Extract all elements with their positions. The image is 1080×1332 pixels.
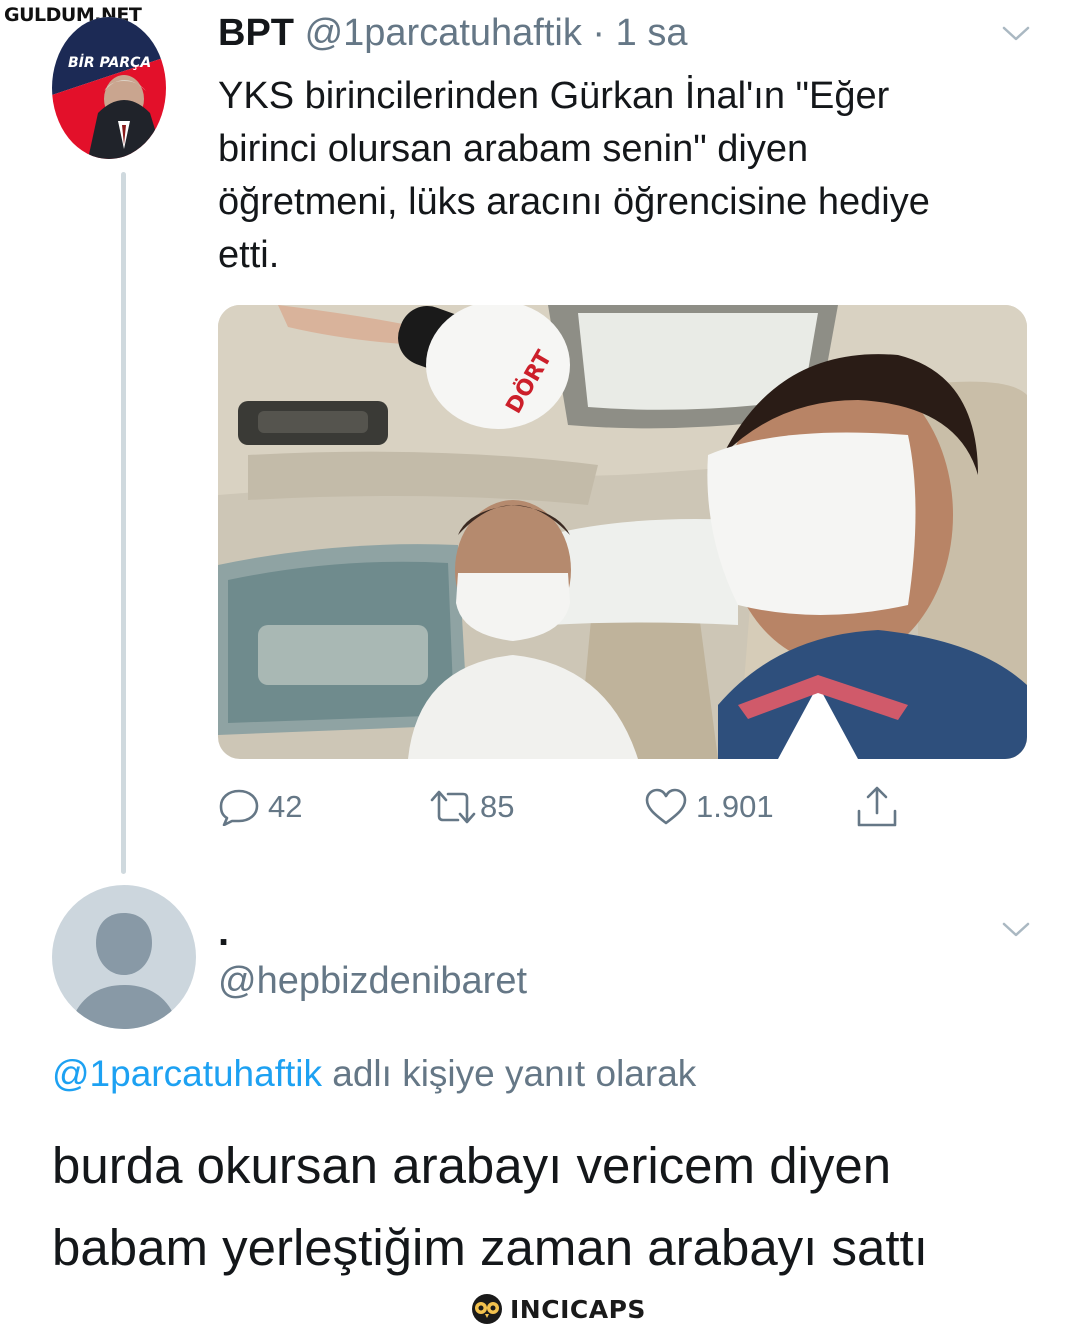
chevron-down-icon[interactable] — [1002, 26, 1030, 42]
watermark-bottom-text: INCICAPS — [510, 1294, 646, 1324]
tweet-text-line: etti. — [218, 234, 280, 276]
author-handle[interactable]: @1parcatuhaftik — [305, 12, 582, 54]
tweet-text-line: birinci olursan arabam senin" diyen — [218, 128, 809, 170]
replying-to: @1parcatuhaftik adlı kişiye yanıt olarak — [52, 1053, 696, 1095]
author-avatar[interactable]: BİR PARÇA — [52, 17, 166, 159]
like-action[interactable]: 1.901 — [644, 785, 774, 829]
retweet-icon — [430, 790, 476, 824]
owl-logo-icon — [472, 1294, 502, 1324]
car-interior-illustration: DÖRT — [218, 305, 1027, 759]
reply-text-line: burda okursan arabayı vericem diyen — [52, 1137, 892, 1194]
share-icon — [857, 786, 897, 827]
header-separator: · — [592, 12, 606, 54]
reply-action[interactable]: 42 — [218, 785, 302, 829]
reply-author-name[interactable]: . — [218, 910, 229, 955]
retweet-count: 85 — [480, 789, 515, 824]
tweet-time[interactable]: 1 sa — [616, 12, 688, 54]
bpt-logo-avatar: BİR PARÇA — [52, 17, 166, 159]
chevron-down-icon[interactable] — [1002, 922, 1030, 938]
tweet-text: YKS birincilerinden Gürkan İnal'ın "Eğer… — [218, 70, 1038, 282]
heart-icon — [645, 788, 687, 825]
retweet-action[interactable]: 85 — [428, 785, 514, 829]
reply-text: burda okursan arabayı vericem diyen baba… — [52, 1125, 1062, 1289]
share-action[interactable] — [855, 785, 899, 829]
replying-to-label: adlı kişiye yanıt olarak — [321, 1053, 697, 1094]
replying-to-link[interactable]: @1parcatuhaftik — [52, 1053, 322, 1094]
avatar-logo-text: BİR PARÇA — [68, 54, 151, 71]
watermark-bottom: INCICAPS — [470, 1293, 646, 1325]
reply-text-line: babam yerleştiğim zaman arabayı sattı — [52, 1219, 928, 1276]
tweet-media-image[interactable]: DÖRT — [218, 305, 1027, 759]
reply-avatar[interactable] — [52, 885, 196, 1029]
reply-author-handle[interactable]: @hepbizdenibaret — [218, 960, 527, 1003]
default-profile-icon — [52, 885, 196, 1029]
author-name[interactable]: BPT — [218, 12, 294, 54]
tweet-text-line: öğretmeni, lüks aracını öğrencisine hedi… — [218, 181, 930, 223]
thread-connector — [121, 172, 126, 874]
reply-icon — [219, 789, 259, 826]
tweet-header: BPT @1parcatuhaftik · 1 sa — [218, 12, 687, 55]
reply-count: 42 — [268, 789, 303, 824]
like-count: 1.901 — [696, 789, 774, 824]
tweet-text-line: YKS birincilerinden Gürkan İnal'ın "Eğer — [218, 75, 890, 117]
